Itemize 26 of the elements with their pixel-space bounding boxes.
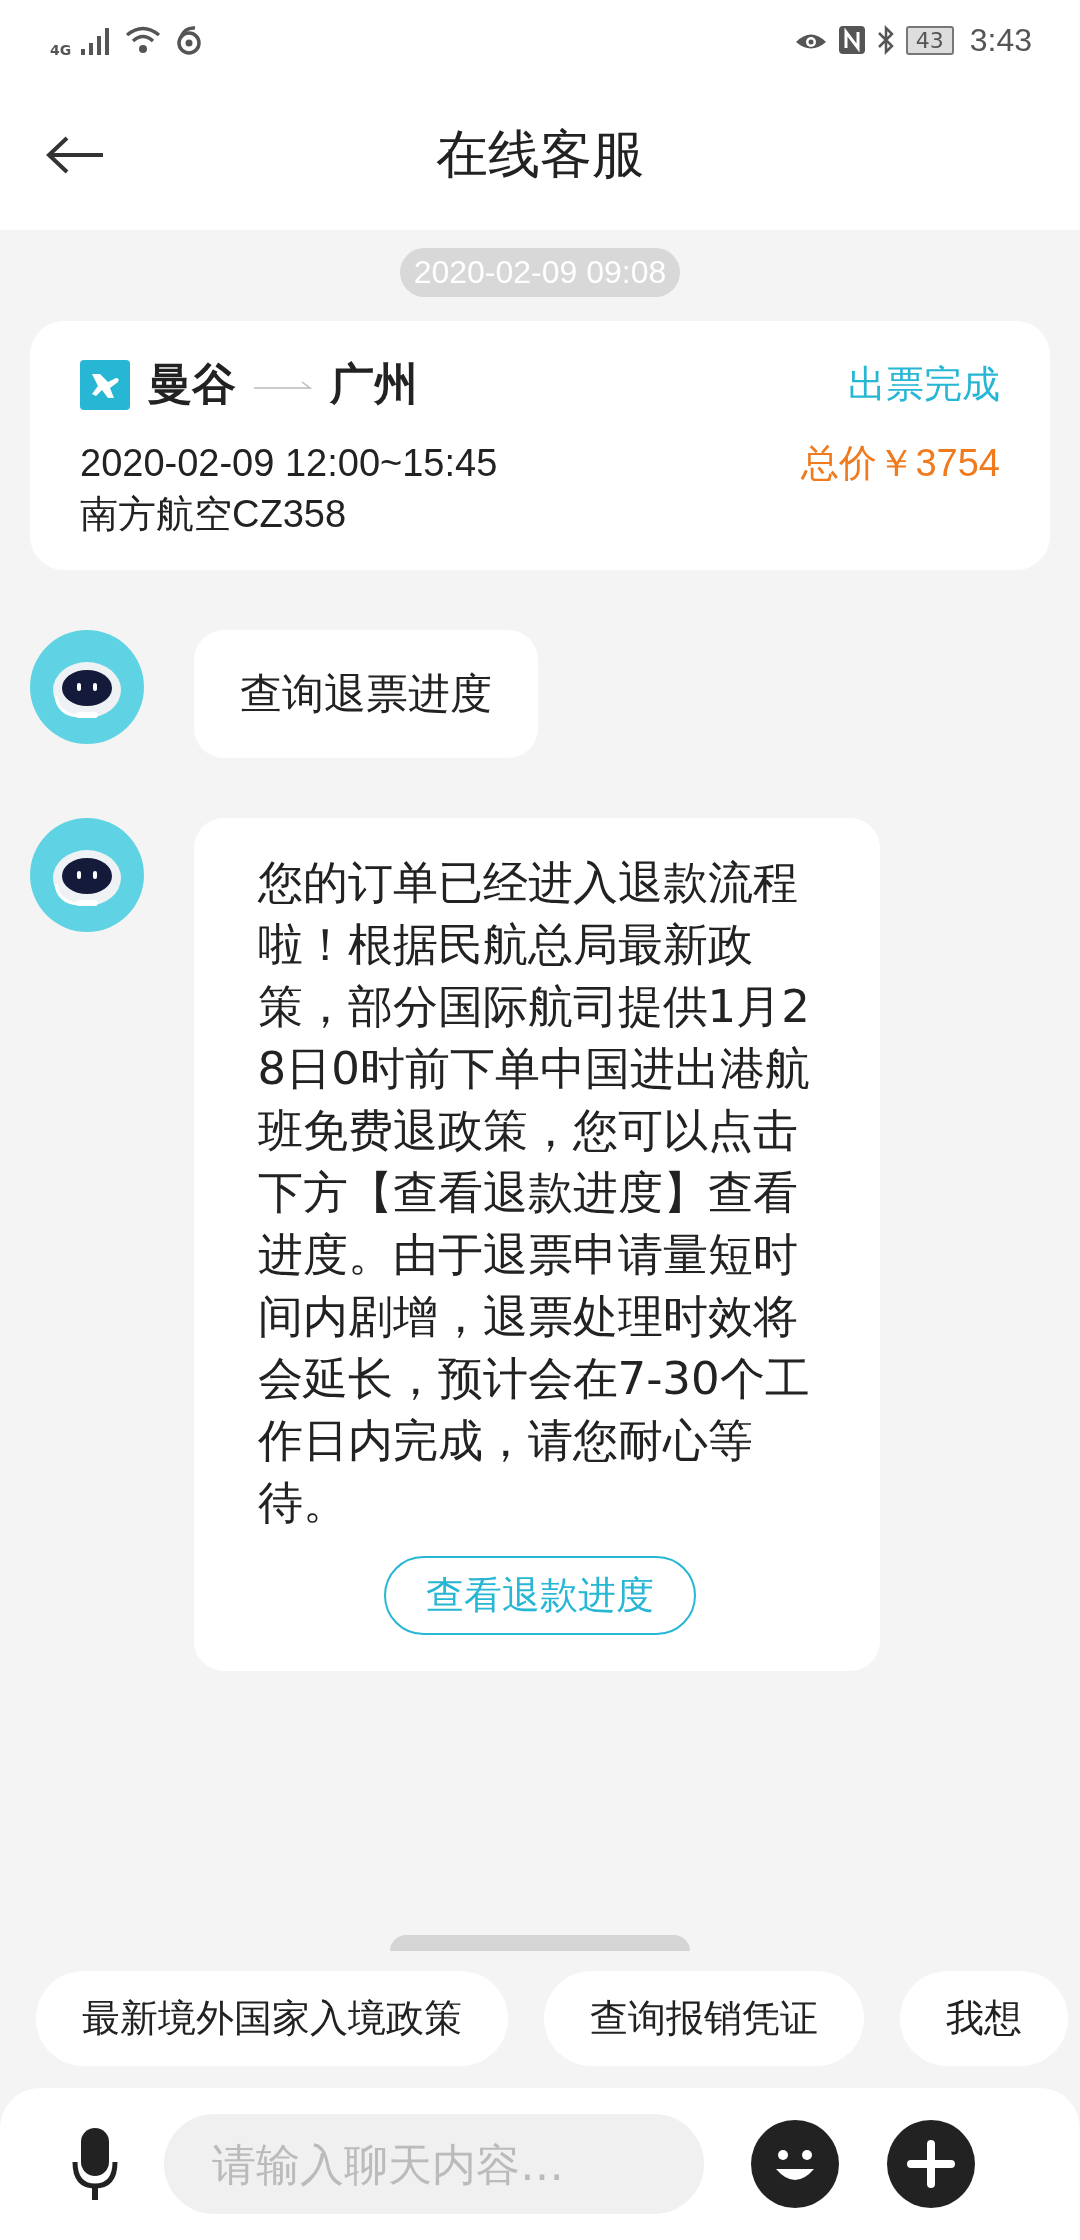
microphone-icon[interactable]	[72, 2126, 118, 2202]
back-arrow-icon[interactable]	[45, 135, 105, 175]
order-card[interactable]: 曼谷 广州 出票完成 2020-02-09 12:00~15:45 总价￥3754 南方航空CZ358	[30, 321, 1050, 570]
flight-number: 南方航空CZ358	[80, 492, 348, 537]
emoji-icon[interactable]	[750, 2119, 840, 2209]
total-price: 总价￥3754	[801, 441, 1000, 486]
swirl-icon	[175, 25, 204, 55]
message-text: 您的订单已经进入退款流程啦！根据民航总局最新政策，部分国际航司提供1月28日0时前下单中国进出港航班免费退政策，您可以点击下方【查看退款进度】查看进度。由于退票申请量短时间内剧增，退票处理时效将会延长，预计会在7-30个工作日内完成，请您耐心等待。	[257, 855, 811, 1531]
bluetooth-icon	[875, 25, 896, 55]
destination-city: 广州	[330, 357, 418, 411]
clock: 3:43	[969, 21, 1032, 59]
plus-icon[interactable]	[886, 2119, 976, 2209]
robot-avatar-icon	[30, 630, 144, 744]
order-status: 出票完成	[848, 361, 1000, 408]
airplane-icon	[80, 359, 130, 410]
robot-avatar-icon	[30, 818, 144, 932]
network-type: 4G	[50, 42, 72, 58]
flight-time: 2020-02-09 12:00~15:45	[80, 442, 498, 485]
page-title: 在线客服	[436, 123, 644, 186]
battery-indicator: 43	[905, 25, 954, 55]
quick-reply-chip[interactable]: 查询报销凭证	[544, 1971, 864, 2066]
nfc-icon	[837, 25, 866, 55]
quick-reply-chip[interactable]: 最新境外国家入境政策	[36, 1971, 508, 2066]
chat-bubble: 查询退票进度	[194, 630, 538, 758]
origin-city: 曼谷	[148, 357, 236, 411]
quick-reply-chip[interactable]: 我想	[900, 1971, 1068, 2066]
